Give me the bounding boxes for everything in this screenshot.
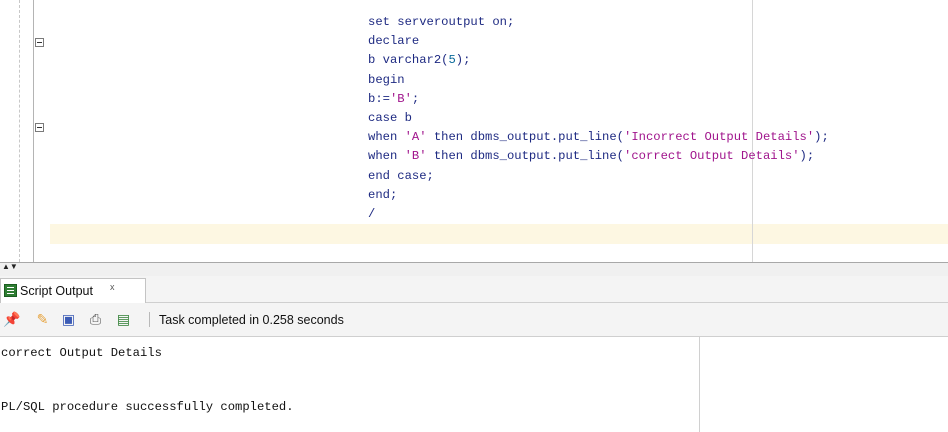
toolbar-separator [149,312,150,327]
code-token: b:= [368,91,390,106]
current-line-highlight [50,224,948,244]
splitter-arrows-icon[interactable]: ▲▼ [2,263,18,271]
tab-label: Script Output [20,284,93,298]
tab-script-output[interactable]: Script Output x [0,278,146,303]
string-literal: 'Incorrect Output Details' [624,130,815,145]
output-line: PL/SQL procedure successfully completed. [1,400,294,414]
code-token: then dbms_output.put_line( [426,149,625,164]
string-literal: 'correct Output Details' [624,149,800,164]
code-line[interactable]: b:='B'; [368,90,829,109]
code-line[interactable]: end case; [368,167,829,186]
script-output-icon [4,284,17,297]
close-icon[interactable]: x [110,282,115,292]
code-token: set serveroutput on; [368,15,515,29]
task-status-text: Task completed in 0.258 seconds [159,313,344,327]
panel-splitter[interactable] [0,262,948,276]
fold-collapse-icon[interactable] [35,38,44,47]
output-toolbar: 📌 ✎ ▣ ⎙ ▤ Task completed in 0.258 second… [0,303,948,337]
output-tab-bar: Script Output x [0,276,948,303]
string-literal: 'A' [404,130,427,145]
output-text: correct Output Details PL/SQL procedure … [1,344,294,416]
code-token: then dbms_output.put_line( [426,130,625,145]
code-area[interactable]: set serveroutput on; declare b varchar2(5)… [368,13,829,224]
code-line[interactable]: case b [368,109,829,128]
string-literal: 'B' [404,149,427,164]
output-divider [699,337,700,432]
code-token: case b [368,110,412,125]
code-line[interactable]: end; [368,186,829,205]
code-token: / [368,206,376,221]
gutter-border [33,0,34,262]
pin-icon[interactable]: 📌 [3,311,20,328]
code-token: ); [799,149,815,164]
print-icon[interactable]: ⎙ [87,311,104,328]
output-line: correct Output Details [1,346,162,360]
code-token: ); [455,53,471,68]
string-literal: 'B' [389,91,412,106]
save-icon[interactable]: ▣ [60,311,77,328]
code-token: declare [368,34,420,49]
code-line[interactable]: set serveroutput on; [368,13,829,32]
fold-collapse-icon[interactable] [35,123,44,132]
document-icon[interactable]: ▤ [115,311,132,328]
code-token: ); [814,130,829,145]
code-token: when [368,149,405,164]
sql-editor[interactable]: set serveroutput on; declare b varchar2(5)… [0,0,948,262]
code-token: end case; [368,168,434,183]
code-line[interactable]: b varchar2(5); [368,51,829,70]
code-line[interactable]: begin [368,71,829,90]
number-literal: 5 [448,53,456,68]
gutter-dashed-line [19,0,20,262]
code-token: begin [368,72,405,87]
eraser-icon[interactable]: ✎ [34,311,51,328]
code-token: b varchar2( [368,53,449,68]
code-token: ; [411,91,420,106]
code-line[interactable]: when 'B' then dbms_output.put_line('corr… [368,147,829,166]
code-token: end; [368,187,398,202]
code-line[interactable]: when 'A' then dbms_output.put_line('Inco… [368,128,829,147]
script-output-area[interactable]: correct Output Details PL/SQL procedure … [0,337,948,432]
code-line[interactable]: / [368,205,829,224]
code-token: when [368,130,405,145]
code-line[interactable]: declare [368,32,829,51]
